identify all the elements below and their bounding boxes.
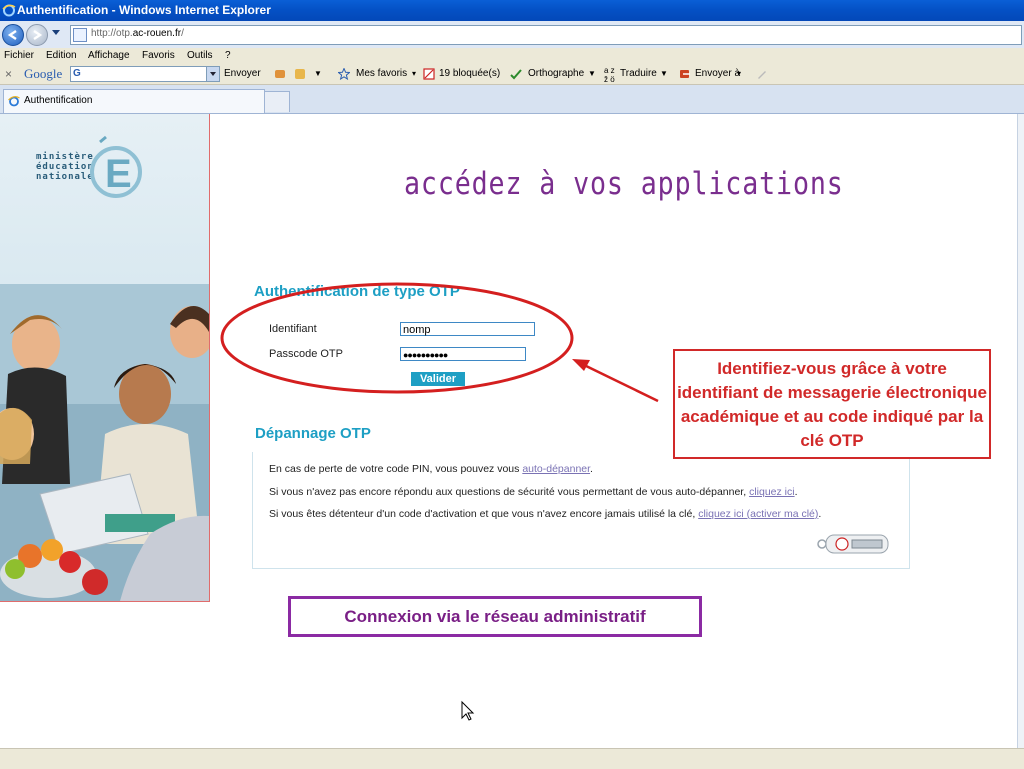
new-tab-button[interactable] xyxy=(264,91,290,112)
favoris-button[interactable]: Mes favoris xyxy=(356,64,407,84)
orthographe-button[interactable]: Orthographe xyxy=(528,64,584,84)
traduire-button[interactable]: Traduire xyxy=(620,64,657,84)
ie-logo-icon xyxy=(2,4,16,17)
menu-bar: Fichier Edition Affichage Favoris Outils… xyxy=(0,48,1024,64)
google-logo: Google xyxy=(24,66,63,81)
depannage-line-1: En cas de perte de votre code PIN, vous … xyxy=(269,463,593,475)
connexion-label: Connexion via le réseau administratif xyxy=(288,596,702,637)
envoyer-a-dropdown-icon[interactable]: ▾ xyxy=(737,64,741,84)
passcode-input[interactable]: ●●●●●●●●●● xyxy=(400,347,526,361)
highlight-ellipse xyxy=(220,282,574,394)
menu-affichage[interactable]: Affichage xyxy=(88,48,130,64)
envoyer-a-button[interactable]: Envoyer à xyxy=(695,64,740,84)
bloquees-button[interactable]: 19 bloquée(s) xyxy=(439,64,500,84)
menu-edition[interactable]: Edition xyxy=(46,48,77,64)
valider-button[interactable]: Valider xyxy=(411,372,465,386)
forward-button[interactable] xyxy=(26,24,48,46)
google-toolbar: × Google G Envoyer ▼ Mes favoris ▾ 19 bl… xyxy=(0,64,1024,85)
address-toolbar: http://otp.ac-rouen.fr/ xyxy=(0,21,1024,49)
tab-label: Authentification xyxy=(24,95,93,106)
toolbar-dropdown-icon[interactable]: ▼ xyxy=(314,64,322,84)
arrow-left-icon xyxy=(7,30,17,40)
depannage-section-title: Dépannage OTP xyxy=(255,425,371,442)
traduire-dropdown-icon[interactable]: ▼ xyxy=(660,64,668,84)
google-search-input[interactable]: G xyxy=(70,66,220,82)
mouse-cursor-icon xyxy=(461,700,475,721)
students-photo xyxy=(0,284,209,601)
tab-bar: Authentification xyxy=(0,85,1024,114)
menu-favoris[interactable]: Favoris xyxy=(142,48,175,64)
identifiant-label: Identifiant xyxy=(269,323,317,335)
status-bar xyxy=(0,748,1024,769)
identifiant-input[interactable]: nomp xyxy=(400,322,535,336)
arrow-right-icon xyxy=(33,30,43,40)
auth-section-title: Authentification de type OTP xyxy=(254,283,460,300)
securite-cliquez-ici-link[interactable]: cliquez ici xyxy=(749,486,795,498)
tab-authentification[interactable]: Authentification xyxy=(3,89,265,113)
menu-outils[interactable]: Outils xyxy=(187,48,213,64)
otp-key-icon xyxy=(817,534,889,554)
svg-text:E: E xyxy=(105,152,132,196)
spellcheck-icon[interactable] xyxy=(510,68,522,80)
send-to-icon[interactable] xyxy=(679,68,691,80)
popup-blocker-icon[interactable] xyxy=(423,68,435,80)
orthographe-dropdown-icon[interactable]: ▼ xyxy=(588,64,596,84)
callout-arrowhead xyxy=(572,359,590,371)
puzzle-icon[interactable] xyxy=(274,68,286,80)
vertical-scrollbar[interactable] xyxy=(1017,114,1024,748)
pencil-icon[interactable] xyxy=(756,68,768,80)
google-dropdown-icon[interactable] xyxy=(206,67,219,81)
google-g-icon: G xyxy=(73,68,81,79)
back-button[interactable] xyxy=(2,24,24,46)
ministry-e-logo-icon: E xyxy=(90,135,142,198)
translate-az-icon[interactable]: a zž ö xyxy=(604,66,615,84)
close-toolbar-icon[interactable]: × xyxy=(5,64,12,84)
history-dropdown-icon[interactable] xyxy=(52,30,60,35)
auto-depanner-link[interactable]: auto-dépanner xyxy=(522,463,590,475)
depannage-line-3: Si vous êtes détenteur d'un code d'activ… xyxy=(269,508,822,520)
passcode-label: Passcode OTP xyxy=(269,348,343,360)
star-icon[interactable] xyxy=(338,68,350,80)
address-input[interactable]: http://otp.ac-rouen.fr/ xyxy=(70,25,1022,45)
menu-fichier[interactable]: Fichier xyxy=(4,48,34,64)
ie-logo-icon xyxy=(8,96,20,107)
menu-help[interactable]: ? xyxy=(225,48,231,64)
url-text: http://otp.ac-rouen.fr/ xyxy=(91,28,184,39)
page-heading: accédez à vos applications xyxy=(404,166,844,202)
translate-icon[interactable] xyxy=(294,68,306,80)
favoris-dropdown-icon[interactable]: ▾ xyxy=(412,64,416,84)
envoyer-button[interactable]: Envoyer xyxy=(224,64,261,84)
page-icon xyxy=(73,28,87,42)
depannage-line-2: Si vous n'avez pas encore répondu aux qu… xyxy=(269,486,798,498)
left-banner: ministère éducation nationale E xyxy=(0,114,210,602)
window-title: Authentification - Windows Internet Expl… xyxy=(17,3,271,17)
window-titlebar: Authentification - Windows Internet Expl… xyxy=(0,0,1024,21)
activer-cle-link[interactable]: cliquez ici (activer ma clé) xyxy=(698,508,818,520)
callout-arrow-line xyxy=(581,362,659,403)
instruction-callout: Identifiez-vous grâce à votre identifian… xyxy=(673,349,991,459)
